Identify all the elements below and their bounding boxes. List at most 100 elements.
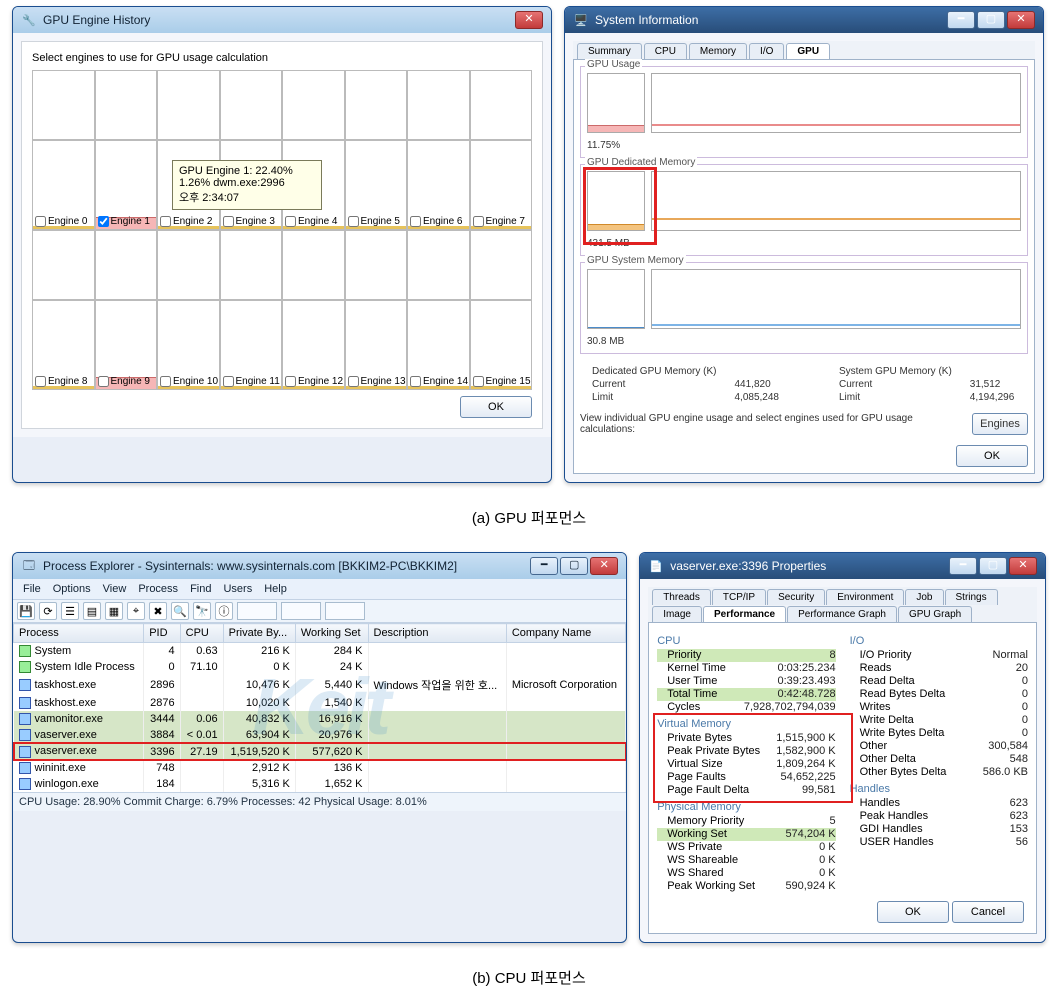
- table-row[interactable]: System40.63216 K284 K: [14, 643, 626, 660]
- maximize-icon[interactable]: ▢: [979, 557, 1007, 575]
- ok-button[interactable]: OK: [460, 396, 532, 418]
- binoculars-icon[interactable]: 🔭: [193, 602, 211, 620]
- engine-cell-6[interactable]: Engine 6: [407, 140, 470, 230]
- tab-tcp-ip[interactable]: TCP/IP: [712, 589, 766, 605]
- engine-checkbox-9[interactable]: [98, 376, 109, 387]
- engine-checkbox-14[interactable]: [410, 376, 421, 387]
- cell-ws: 5,440 K: [295, 675, 368, 695]
- engine-checkbox-10[interactable]: [160, 376, 171, 387]
- table-row[interactable]: wininit.exe7482,912 K136 K: [14, 760, 626, 776]
- engine-cell-9[interactable]: Engine 9: [95, 300, 158, 390]
- minimize-icon[interactable]: ━: [947, 11, 975, 29]
- tab-image[interactable]: Image: [652, 606, 702, 622]
- table-row[interactable]: System Idle Process071.100 K24 K: [14, 659, 626, 675]
- tab-gpu-graph[interactable]: GPU Graph: [898, 606, 972, 622]
- dlls-icon[interactable]: ▤: [83, 602, 101, 620]
- tree-icon[interactable]: ☰: [61, 602, 79, 620]
- engine-cell-10[interactable]: Engine 10: [157, 300, 220, 390]
- engine-checkbox-8[interactable]: [35, 376, 46, 387]
- tab-performance[interactable]: Performance: [703, 606, 786, 622]
- table-row[interactable]: winlogon.exe1845,316 K1,652 K: [14, 776, 626, 792]
- minimize-icon[interactable]: ━: [530, 557, 558, 575]
- maximize-icon[interactable]: ▢: [977, 11, 1005, 29]
- handles-icon[interactable]: ▦: [105, 602, 123, 620]
- table-row[interactable]: taskhost.exe289610,476 K5,440 KWindows 작…: [14, 675, 626, 695]
- tab-environment[interactable]: Environment: [826, 589, 904, 605]
- titlebar[interactable]: 📄 vaserver.exe:3396 Properties ━ ▢ ✕: [640, 553, 1045, 579]
- engine-checkbox-4[interactable]: [285, 216, 296, 227]
- engine-cell-7[interactable]: Engine 7: [470, 140, 533, 230]
- kill-icon[interactable]: ✖: [149, 602, 167, 620]
- column-header[interactable]: PID: [144, 624, 180, 643]
- tab-performance-graph[interactable]: Performance Graph: [787, 606, 897, 622]
- menu-file[interactable]: File: [17, 581, 47, 597]
- write-delta-value: 0: [1022, 714, 1028, 726]
- close-icon[interactable]: ✕: [590, 557, 618, 575]
- menu-users[interactable]: Users: [217, 581, 258, 597]
- group-label-gpu-ded: GPU Dedicated Memory: [585, 157, 697, 168]
- engine-checkbox-2[interactable]: [160, 216, 171, 227]
- tab-security[interactable]: Security: [767, 589, 825, 605]
- engine-checkbox-15[interactable]: [473, 376, 484, 387]
- column-header[interactable]: Process: [14, 624, 144, 643]
- menu-find[interactable]: Find: [184, 581, 217, 597]
- engine-cell-15[interactable]: Engine 15: [470, 300, 533, 390]
- ok-button[interactable]: OK: [956, 445, 1028, 467]
- tab-i/o[interactable]: I/O: [749, 43, 784, 59]
- engine-checkbox-6[interactable]: [410, 216, 421, 227]
- titlebar[interactable]: 🖥️ System Information ━ ▢ ✕: [565, 7, 1043, 33]
- engine-cell-13[interactable]: Engine 13: [345, 300, 408, 390]
- ok-button[interactable]: OK: [877, 901, 949, 923]
- engine-checkbox-5[interactable]: [348, 216, 359, 227]
- engine-checkbox-0[interactable]: [35, 216, 46, 227]
- tab-strings[interactable]: Strings: [945, 589, 998, 605]
- maximize-icon[interactable]: ▢: [560, 557, 588, 575]
- target-icon[interactable]: ⌖: [127, 602, 145, 620]
- engine-checkbox-13[interactable]: [348, 376, 359, 387]
- menu-help[interactable]: Help: [258, 581, 293, 597]
- table-row[interactable]: vaserver.exe3884< 0.0163,904 K20,976 K: [14, 727, 626, 743]
- table-row[interactable]: vamonitor.exe34440.0640,832 K16,916 K: [14, 711, 626, 727]
- engines-button[interactable]: Engines: [972, 413, 1028, 435]
- column-header[interactable]: Private By...: [223, 624, 295, 643]
- engine-cell-5[interactable]: Engine 5: [345, 140, 408, 230]
- process-table[interactable]: ProcessPIDCPUPrivate By...Working SetDes…: [13, 623, 626, 792]
- engine-checkbox-1[interactable]: [98, 216, 109, 227]
- save-icon[interactable]: 💾: [17, 602, 35, 620]
- menu-options[interactable]: Options: [47, 581, 97, 597]
- find-icon[interactable]: 🔍: [171, 602, 189, 620]
- column-header[interactable]: Company Name: [506, 624, 625, 643]
- table-row[interactable]: vaserver.exe339627.191,519,520 K577,620 …: [14, 743, 626, 759]
- column-header[interactable]: Working Set: [295, 624, 368, 643]
- engine-checkbox-11[interactable]: [223, 376, 234, 387]
- engine-cell-8[interactable]: Engine 8: [32, 300, 95, 390]
- table-row[interactable]: taskhost.exe287610,020 K1,540 K: [14, 695, 626, 711]
- engine-cell-14[interactable]: Engine 14: [407, 300, 470, 390]
- engine-cell-0[interactable]: Engine 0: [32, 140, 95, 230]
- engine-cell-11[interactable]: Engine 11: [220, 300, 283, 390]
- engine-checkbox-7[interactable]: [473, 216, 484, 227]
- engine-cell-12[interactable]: Engine 12: [282, 300, 345, 390]
- cancel-button[interactable]: Cancel: [952, 901, 1024, 923]
- close-icon[interactable]: ✕: [515, 11, 543, 29]
- tab-threads[interactable]: Threads: [652, 589, 711, 605]
- tab-cpu[interactable]: CPU: [644, 43, 687, 59]
- tab-job[interactable]: Job: [905, 589, 943, 605]
- column-header[interactable]: Description: [368, 624, 506, 643]
- refresh-icon[interactable]: ⟳: [39, 602, 57, 620]
- engine-checkbox-12[interactable]: [285, 376, 296, 387]
- minimize-icon[interactable]: ━: [949, 557, 977, 575]
- sysinfo-icon[interactable]: ⓘ: [215, 602, 233, 620]
- close-icon[interactable]: ✕: [1007, 11, 1035, 29]
- close-icon[interactable]: ✕: [1009, 557, 1037, 575]
- menu-process[interactable]: Process: [132, 581, 184, 597]
- column-header[interactable]: CPU: [180, 624, 223, 643]
- menu-view[interactable]: View: [97, 581, 133, 597]
- titlebar[interactable]: 🗔 Process Explorer - Sysinternals: www.s…: [13, 553, 626, 579]
- tab-gpu[interactable]: GPU: [786, 43, 830, 59]
- engine-cell-1[interactable]: Engine 1: [95, 140, 158, 230]
- titlebar[interactable]: 🔧 GPU Engine History ✕: [13, 7, 551, 33]
- tab-memory[interactable]: Memory: [689, 43, 747, 59]
- tab-summary[interactable]: Summary: [577, 43, 642, 59]
- engine-checkbox-3[interactable]: [223, 216, 234, 227]
